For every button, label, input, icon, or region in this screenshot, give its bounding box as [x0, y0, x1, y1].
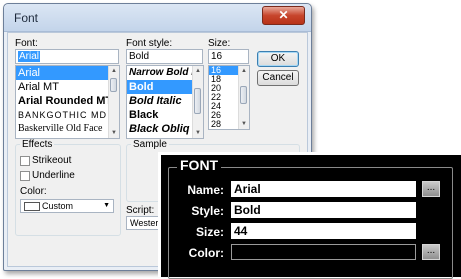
font-size-value: 16: [211, 51, 223, 62]
name-label: Name:: [187, 183, 224, 197]
scroll-down-icon[interactable]: ▼: [193, 128, 203, 138]
font-name-value: Arial: [18, 51, 41, 62]
underline-label: Underline: [32, 170, 75, 181]
strikeout-checkbox[interactable]: [20, 156, 30, 166]
font-label: Font:: [15, 38, 38, 49]
font-style-list[interactable]: Narrow Bold Itali Bold Bold Italic Black…: [126, 65, 204, 139]
scroll-up-icon[interactable]: ▲: [109, 66, 119, 76]
color-label: Color:: [188, 246, 224, 260]
list-item[interactable]: Arial Rounded MT: [16, 94, 119, 108]
font-list-scrollbar[interactable]: ▲ ▼: [108, 66, 119, 138]
name-field[interactable]: Arial: [231, 181, 416, 197]
size-list-scrollbar[interactable]: ▲ ▼: [238, 66, 249, 129]
ok-button[interactable]: OK: [257, 51, 299, 67]
font-style-label: Font style:: [126, 38, 173, 49]
name-browse-button[interactable]: ...: [422, 181, 440, 197]
color-label: Color:: [20, 186, 47, 197]
list-item[interactable]: Arial MT: [16, 80, 119, 94]
font-settings-panel: FONT Name: Arial ... Style: Bold Size: 4…: [158, 152, 461, 279]
color-swatch: [24, 202, 40, 211]
cancel-button[interactable]: Cancel: [257, 70, 299, 86]
font-style-value: Bold: [129, 51, 150, 62]
font-size-list[interactable]: 16 18 20 22 24 26 28 ▲ ▼: [208, 65, 250, 130]
style-label: Style:: [191, 204, 224, 218]
close-button[interactable]: ✕: [262, 6, 305, 25]
list-item[interactable]: Baskerville Old Face: [16, 122, 119, 136]
close-icon: ✕: [278, 8, 289, 22]
list-item[interactable]: BANKGOTHIC MD: [16, 108, 119, 122]
effects-label: Effects: [20, 139, 55, 150]
sample-label: Sample: [131, 139, 169, 150]
scroll-thumb[interactable]: [194, 88, 201, 114]
scroll-up-icon[interactable]: ▲: [193, 66, 203, 76]
underline-checkbox[interactable]: [20, 171, 30, 181]
list-item[interactable]: Arial: [16, 66, 119, 80]
scroll-up-icon[interactable]: ▲: [239, 66, 249, 76]
size-label: Size:: [195, 225, 224, 239]
color-browse-button[interactable]: ...: [422, 244, 440, 260]
font-panel-title: FONT: [177, 157, 222, 173]
color-combobox[interactable]: Custom ▼: [20, 199, 114, 213]
font-size-input[interactable]: 16: [208, 49, 249, 64]
style-list-scrollbar[interactable]: ▲ ▼: [192, 66, 203, 138]
script-label: Script:: [126, 205, 155, 216]
scroll-down-icon[interactable]: ▼: [239, 119, 249, 129]
scroll-thumb[interactable]: [240, 86, 247, 104]
font-style-input[interactable]: Bold: [126, 49, 203, 64]
scroll-thumb[interactable]: [110, 78, 117, 92]
font-list[interactable]: Arial Arial MT Arial Rounded MT BANKGOTH…: [15, 65, 120, 139]
scroll-down-icon[interactable]: ▼: [109, 128, 119, 138]
style-field[interactable]: Bold: [231, 202, 416, 218]
size-field[interactable]: 44: [231, 223, 416, 239]
dialog-titlebar[interactable]: Font ✕: [4, 4, 311, 32]
font-name-input[interactable]: Arial: [15, 49, 119, 64]
color-field[interactable]: [231, 244, 416, 260]
strikeout-label: Strikeout: [32, 155, 72, 166]
dialog-title: Font: [14, 11, 39, 25]
color-combobox-value: Custom: [42, 201, 74, 211]
size-label: Size:: [208, 38, 231, 49]
chevron-down-icon: ▼: [103, 202, 110, 209]
